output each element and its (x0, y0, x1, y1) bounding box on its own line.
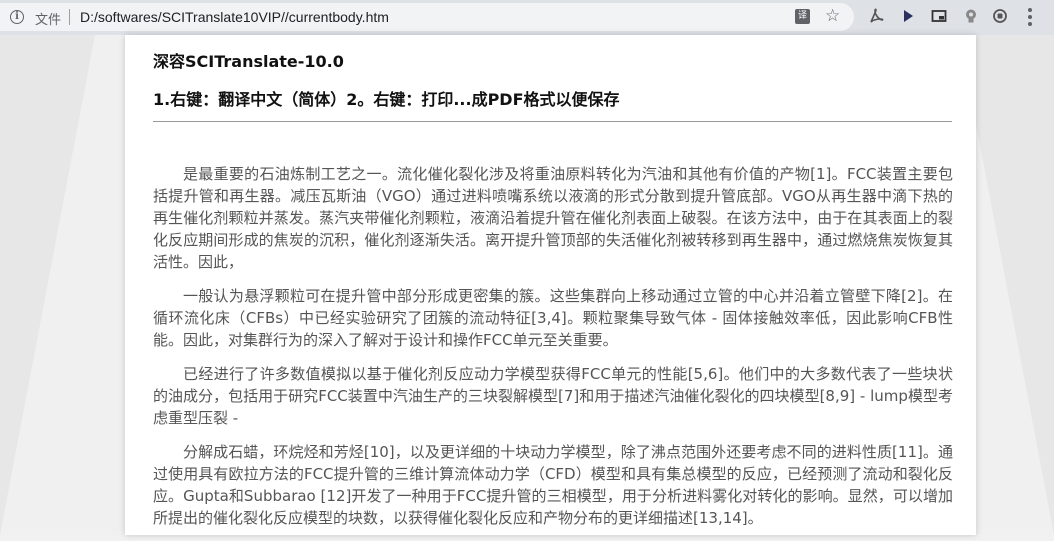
paragraph: 一般认为悬浮颗粒可在提升管中部分形成更密集的簇。这些集群向上移动通过立管的中心并… (153, 287, 953, 349)
horizontal-rule (153, 121, 952, 122)
info-icon[interactable]: i (10, 10, 24, 24)
url-text[interactable]: D:/softwares/SCITranslate10VIP//currentb… (80, 9, 389, 25)
divider (69, 9, 70, 25)
paragraph: 已经进行了许多数值模拟以基于催化剂反应动力学模型获得FCC单元的性能[5,6]。… (153, 365, 953, 427)
cast-extension-icon[interactable] (931, 8, 947, 24)
play-extension-icon[interactable] (900, 8, 916, 24)
page-viewport: 深容SCITranslate-10.0 1.右键：翻译中文（简体）2。右键：打印… (0, 35, 1054, 535)
document-title: 深容SCITranslate-10.0 (153, 52, 344, 71)
address-bar[interactable]: i 文件 D:/softwares/SCITranslate10VIP//cur… (0, 3, 854, 31)
star-icon[interactable]: ☆ (825, 6, 840, 26)
document-page: 深容SCITranslate-10.0 1.右键：翻译中文（简体）2。右键：打印… (125, 35, 976, 535)
pdf-extension-icon[interactable] (868, 8, 884, 24)
document-instruction: 1.右键：翻译中文（简体）2。右键：打印...成PDF格式以便保存 (153, 90, 620, 109)
browser-toolbar: i 文件 D:/softwares/SCITranslate10VIP//cur… (0, 0, 1054, 35)
translate-icon[interactable]: 译 (795, 9, 810, 24)
paragraph: 是最重要的石油炼制工艺之一。流化催化裂化涉及将重油原料转化为汽油和其他有价值的产… (153, 165, 953, 271)
document-body: 是最重要的石油炼制工艺之一。流化催化裂化涉及将重油原料转化为汽油和其他有价值的产… (153, 163, 953, 541)
bulb-extension-icon[interactable] (963, 8, 979, 24)
paragraph: 分解成石蜡，环烷烃和芳烃[10]，以及更详细的十块动力学模型，除了沸点范围外还要… (153, 443, 953, 527)
file-label: 文件 (35, 13, 62, 28)
background-shade-left (0, 35, 95, 535)
ring-extension-icon[interactable] (992, 8, 1008, 24)
menu-icon[interactable] (1028, 8, 1032, 26)
